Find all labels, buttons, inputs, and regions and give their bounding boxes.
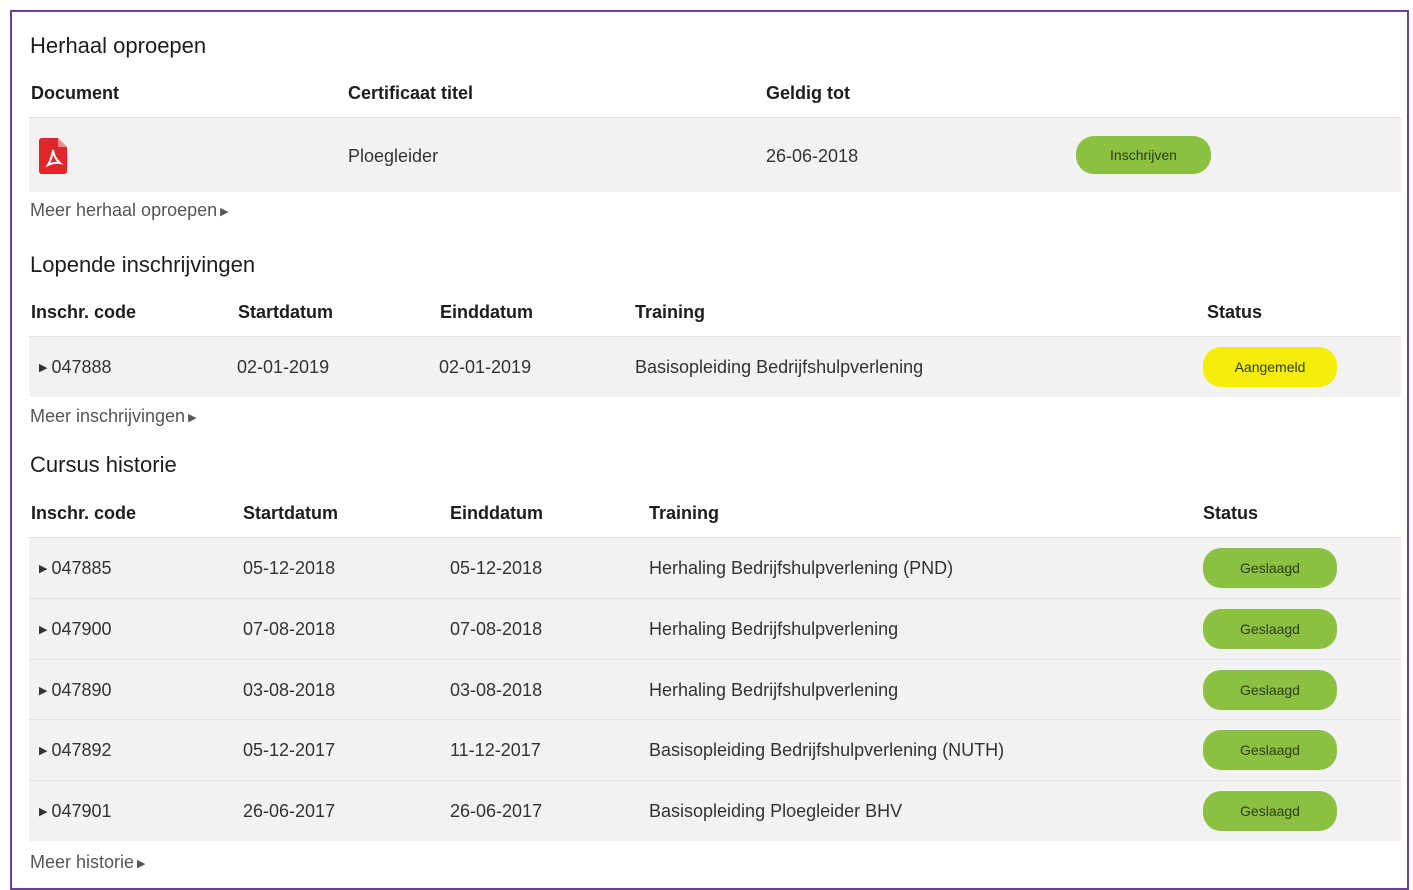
col-header-inschr-code: Inschr. code bbox=[31, 503, 137, 523]
caret-right-icon: ▶ bbox=[39, 563, 48, 575]
col-header-document: Document bbox=[31, 83, 120, 103]
section-title-lopende: Lopende inschrijvingen bbox=[30, 252, 256, 277]
table-row[interactable]: ▶ 047885 05-12-2018 05-12-2018 Herhaling … bbox=[29, 537, 1401, 598]
inschr-code: ▶ 047892 bbox=[39, 740, 112, 761]
status-badge: Geslaagd bbox=[1203, 670, 1337, 710]
geldig-tot-value: 26-06-2018 bbox=[766, 146, 859, 166]
col-header-certificaat-titel: Certificaat titel bbox=[348, 83, 474, 103]
table-row: Ploegleider 26-06-2018 Inschrijven bbox=[29, 117, 1401, 192]
section-title-historie: Cursus historie bbox=[30, 452, 177, 477]
col-header-einddatum: Einddatum bbox=[440, 302, 533, 322]
col-header-training: Training bbox=[649, 503, 720, 523]
startdatum: 26-06-2017 bbox=[243, 801, 336, 821]
einddatum: 02-01-2019 bbox=[439, 357, 532, 377]
training: Herhaling Bedrijfshulpverlening (PND) bbox=[649, 558, 954, 578]
startdatum: 07-08-2018 bbox=[243, 619, 336, 639]
inschrijven-button[interactable]: Inschrijven bbox=[1076, 136, 1211, 174]
inschr-code-value: 047890 bbox=[51, 680, 112, 700]
inschr-code: ▶ 047888 bbox=[39, 357, 112, 378]
meer-inschrijvingen-label: Meer inschrijvingen bbox=[30, 406, 186, 426]
meer-herhaal-oproepen-label: Meer herhaal oproepen bbox=[30, 200, 218, 220]
startdatum: 03-08-2018 bbox=[243, 680, 336, 700]
caret-right-icon: ▶ bbox=[39, 624, 48, 636]
caret-right-icon: ▶ bbox=[220, 206, 229, 218]
certificaat-titel: Ploegleider bbox=[348, 146, 439, 166]
col-header-geldig-tot: Geldig tot bbox=[766, 83, 850, 103]
table-row[interactable]: ▶ 047900 07-08-2018 07-08-2018 Herhaling … bbox=[29, 598, 1401, 659]
table-row[interactable]: ▶ 047890 03-08-2018 03-08-2018 Herhaling … bbox=[29, 659, 1401, 720]
training: Basisopleiding Bedrijfshulpverlening bbox=[635, 357, 924, 377]
caret-right-icon: ▶ bbox=[188, 412, 197, 424]
inschr-code-value: 047892 bbox=[51, 740, 112, 760]
caret-right-icon: ▶ bbox=[39, 806, 48, 818]
table-row[interactable]: ▶ 047892 05-12-2017 11-12-2017 Basisoplei… bbox=[29, 719, 1401, 780]
meer-historie-label: Meer historie bbox=[30, 852, 135, 872]
meer-herhaal-oproepen-link[interactable]: Meer herhaal oproepen ▶ bbox=[30, 200, 229, 221]
inschr-code-value: 047900 bbox=[51, 619, 112, 639]
inschr-code-value: 047901 bbox=[51, 801, 112, 821]
inschr-code: ▶ 047885 bbox=[39, 558, 112, 579]
status-badge: Geslaagd bbox=[1203, 548, 1337, 588]
training: Basisopleiding Ploegleider BHV bbox=[649, 801, 903, 821]
training: Herhaling Bedrijfshulpverlening bbox=[649, 619, 899, 639]
inschr-code: ▶ 047901 bbox=[39, 801, 112, 822]
meer-inschrijvingen-link[interactable]: Meer inschrijvingen ▶ bbox=[30, 406, 197, 427]
einddatum: 05-12-2018 bbox=[450, 558, 543, 578]
col-header-startdatum: Startdatum bbox=[238, 302, 334, 322]
caret-right-icon: ▶ bbox=[137, 858, 146, 870]
table-row[interactable]: ▶ 047901 26-06-2017 26-06-2017 Basisoplei… bbox=[29, 780, 1401, 841]
caret-right-icon: ▶ bbox=[39, 685, 48, 697]
inschr-code-value: 047888 bbox=[51, 357, 112, 377]
col-header-startdatum: Startdatum bbox=[243, 503, 339, 523]
status-badge: Aangemeld bbox=[1203, 347, 1337, 387]
inschr-code-value: 047885 bbox=[51, 558, 112, 578]
einddatum: 11-12-2017 bbox=[450, 740, 541, 760]
einddatum: 26-06-2017 bbox=[450, 801, 543, 821]
training: Basisopleiding Bedrijfshulpverlening (NU… bbox=[649, 740, 1005, 760]
section-title-herhaal: Herhaal oproepen bbox=[30, 33, 207, 58]
table-row[interactable]: ▶ 047888 02-01-2019 02-01-2019 Basisoplei… bbox=[29, 336, 1401, 397]
startdatum: 02-01-2019 bbox=[237, 357, 330, 377]
col-header-status: Status bbox=[1207, 302, 1263, 322]
inschr-code: ▶ 047900 bbox=[39, 619, 112, 640]
col-header-training: Training bbox=[635, 302, 706, 322]
training: Herhaling Bedrijfshulpverlening bbox=[649, 680, 899, 700]
col-header-einddatum: Einddatum bbox=[450, 503, 543, 523]
caret-right-icon: ▶ bbox=[39, 362, 48, 374]
startdatum: 05-12-2018 bbox=[243, 558, 336, 578]
caret-right-icon: ▶ bbox=[39, 745, 48, 757]
pdf-file-icon[interactable] bbox=[39, 138, 67, 174]
col-header-status: Status bbox=[1203, 503, 1259, 523]
inschr-code: ▶ 047890 bbox=[39, 680, 112, 701]
einddatum: 07-08-2018 bbox=[450, 619, 543, 639]
meer-historie-link[interactable]: Meer historie ▶ bbox=[30, 852, 146, 873]
status-badge: Geslaagd bbox=[1203, 609, 1337, 649]
status-badge: Geslaagd bbox=[1203, 730, 1337, 770]
col-header-inschr-code: Inschr. code bbox=[31, 302, 137, 322]
einddatum: 03-08-2018 bbox=[450, 680, 543, 700]
startdatum: 05-12-2017 bbox=[243, 740, 336, 760]
status-badge: Geslaagd bbox=[1203, 791, 1337, 831]
